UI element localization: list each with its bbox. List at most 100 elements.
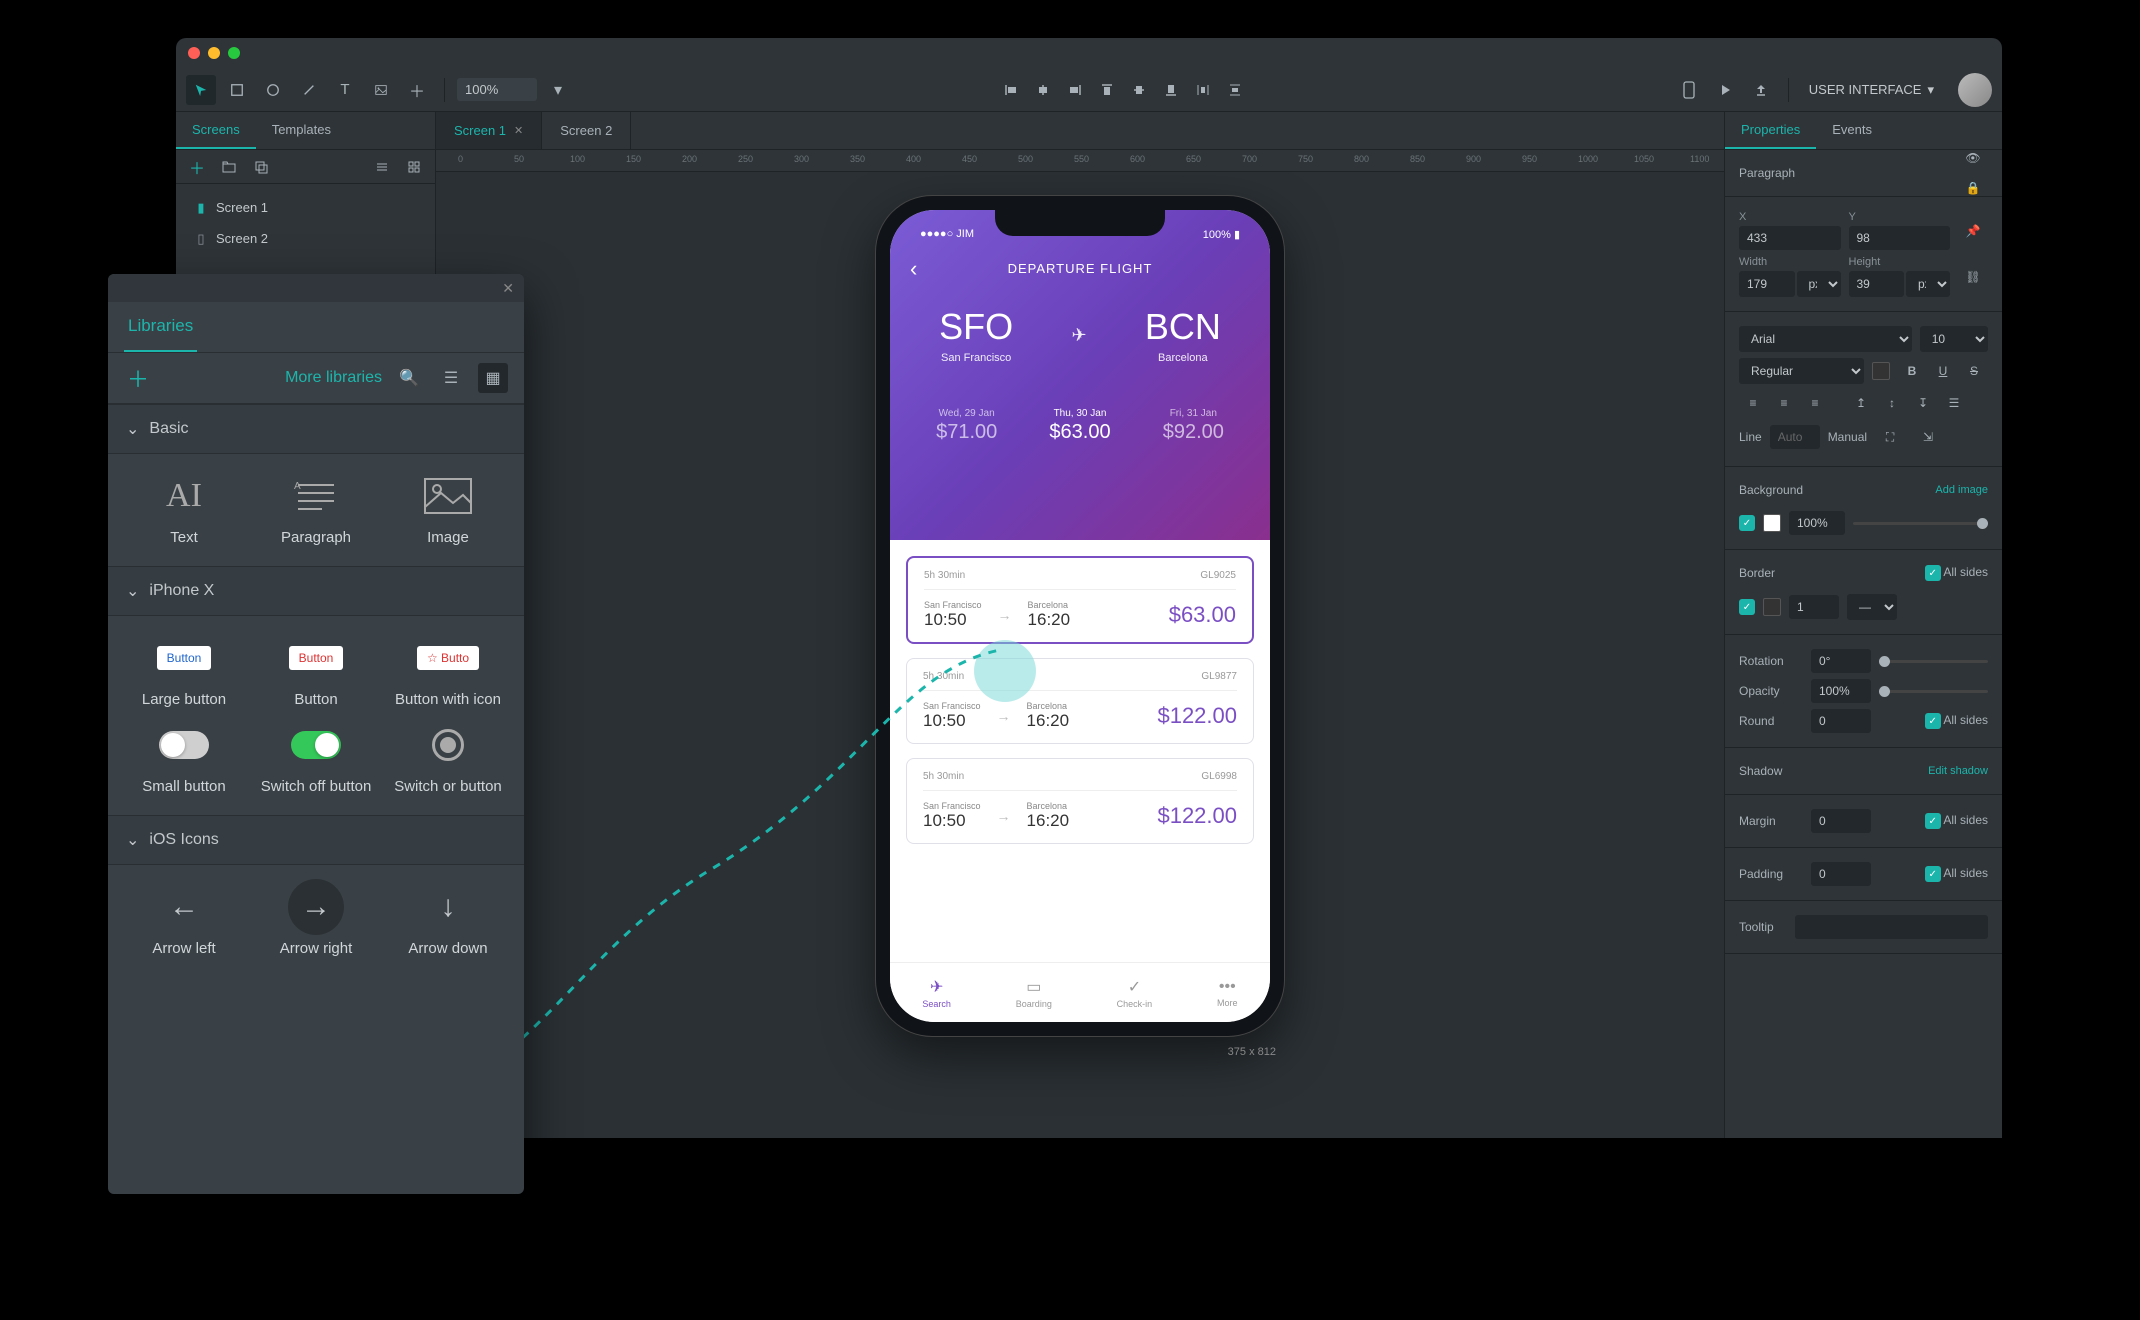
margin-allsides-checkbox[interactable]: ✓ bbox=[1925, 813, 1941, 829]
bg-checkbox[interactable]: ✓ bbox=[1739, 515, 1755, 531]
canvas-tab[interactable]: Screen 1✕ bbox=[436, 112, 542, 149]
zoom-input[interactable] bbox=[457, 78, 537, 101]
add-image-link[interactable]: Add image bbox=[1935, 484, 1988, 496]
border-style-select[interactable]: — bbox=[1847, 594, 1897, 620]
list-view-icon[interactable]: ☰ bbox=[436, 363, 466, 393]
align-top-icon[interactable] bbox=[1092, 75, 1122, 105]
tabbar-item-search[interactable]: ✈Search bbox=[922, 977, 951, 1009]
section-basic[interactable]: ⌄Basic bbox=[108, 404, 524, 454]
grid-view-icon[interactable] bbox=[401, 154, 427, 180]
padding-input[interactable] bbox=[1811, 862, 1871, 886]
bg-color-swatch[interactable] bbox=[1763, 514, 1781, 532]
screen-item[interactable]: ▮ Screen 1 bbox=[176, 192, 435, 223]
tabbar-item-checkin[interactable]: ✓Check-in bbox=[1117, 977, 1153, 1009]
valign-middle-icon[interactable]: ↕ bbox=[1878, 390, 1906, 416]
line-auto-input[interactable] bbox=[1770, 425, 1820, 449]
rotation-input[interactable] bbox=[1811, 649, 1871, 673]
date-item[interactable]: Thu, 30 Jan$63.00 bbox=[1049, 408, 1110, 444]
window-close-dot[interactable] bbox=[188, 47, 200, 59]
libraries-tab[interactable]: Libraries bbox=[124, 302, 197, 352]
lib-item-switch-off[interactable]: Switch off button bbox=[254, 721, 378, 797]
text-color-swatch[interactable] bbox=[1872, 362, 1890, 380]
phone-frame[interactable]: ●●●●○ JIM 100% ▮ ‹ DEPARTURE FLIGHT SFO bbox=[876, 196, 1284, 1036]
search-icon[interactable]: 🔍 bbox=[394, 363, 424, 393]
date-item[interactable]: Wed, 29 Jan$71.00 bbox=[936, 408, 997, 444]
round-allsides-checkbox[interactable]: ✓ bbox=[1925, 713, 1941, 729]
window-zoom-dot[interactable] bbox=[228, 47, 240, 59]
add-screen-icon[interactable]: ＋ bbox=[184, 154, 210, 180]
align-vcenter-icon[interactable] bbox=[1124, 75, 1154, 105]
ellipse-tool[interactable] bbox=[258, 75, 288, 105]
line-tool[interactable] bbox=[294, 75, 324, 105]
align-left-icon[interactable] bbox=[996, 75, 1026, 105]
project-select[interactable]: USER INTERFACE▾ bbox=[1801, 78, 1942, 102]
upload-icon[interactable] bbox=[1746, 75, 1776, 105]
underline-icon[interactable]: U bbox=[1929, 358, 1957, 384]
border-color-swatch[interactable] bbox=[1763, 598, 1781, 616]
width-unit[interactable]: px bbox=[1797, 271, 1841, 297]
canvas[interactable]: ●●●●○ JIM 100% ▮ ‹ DEPARTURE FLIGHT SFO bbox=[436, 172, 1724, 1138]
date-item[interactable]: Fri, 31 Jan$92.00 bbox=[1163, 408, 1224, 444]
lib-item-button[interactable]: ButtonButton bbox=[254, 634, 378, 710]
border-checkbox[interactable]: ✓ bbox=[1739, 599, 1755, 615]
pin-icon[interactable]: 📌 bbox=[1958, 216, 1988, 246]
image-tool[interactable] bbox=[366, 75, 396, 105]
align-bottom-icon[interactable] bbox=[1156, 75, 1186, 105]
flight-card[interactable]: 5h 30minGL9877 San Francisco10:50 → Barc… bbox=[906, 658, 1254, 744]
border-width-input[interactable] bbox=[1789, 595, 1839, 619]
tab-properties[interactable]: Properties bbox=[1725, 112, 1816, 149]
valign-bottom-icon[interactable]: ↧ bbox=[1909, 390, 1937, 416]
rotation-slider[interactable]: .slider:nth-of-type(1)::after{right:auto… bbox=[1879, 660, 1988, 663]
screen-item[interactable]: ▯ Screen 2 bbox=[176, 223, 435, 254]
lib-item-arrow-down[interactable]: ↓Arrow down bbox=[386, 883, 510, 959]
select-tool[interactable] bbox=[186, 75, 216, 105]
text-align-left-icon[interactable]: ≡ bbox=[1739, 390, 1767, 416]
add-library-icon[interactable]: ＋ bbox=[124, 364, 152, 392]
rect-tool[interactable] bbox=[222, 75, 252, 105]
bg-opacity-input[interactable] bbox=[1789, 511, 1845, 535]
distribute-h-icon[interactable] bbox=[1188, 75, 1218, 105]
link-dims-icon[interactable]: ⛓ bbox=[1958, 262, 1988, 292]
zoom-dropdown-icon[interactable]: ▾ bbox=[543, 75, 573, 105]
opacity-input[interactable] bbox=[1811, 679, 1871, 703]
lib-item-button-icon[interactable]: ☆ ButtoButton with icon bbox=[386, 634, 510, 710]
back-icon[interactable]: ‹ bbox=[910, 256, 917, 282]
play-icon[interactable] bbox=[1710, 75, 1740, 105]
fontsize-select[interactable]: 10 bbox=[1920, 326, 1988, 352]
bold-icon[interactable]: B bbox=[1898, 358, 1926, 384]
close-icon[interactable]: ✕ bbox=[514, 124, 523, 137]
user-avatar[interactable] bbox=[1958, 73, 1992, 107]
align-hcenter-icon[interactable] bbox=[1028, 75, 1058, 105]
height-unit[interactable]: px bbox=[1906, 271, 1950, 297]
lib-item-small-button[interactable]: Small button bbox=[122, 721, 246, 797]
more-libraries-link[interactable]: More libraries bbox=[285, 369, 382, 387]
lib-item-large-button[interactable]: ButtonLarge button bbox=[122, 634, 246, 710]
tabbar-item-more[interactable]: •••More bbox=[1217, 978, 1238, 1008]
lib-item-paragraph[interactable]: AParagraph bbox=[254, 472, 378, 548]
lib-item-switch-or[interactable]: Switch or button bbox=[386, 721, 510, 797]
add-tool[interactable]: ＋ bbox=[402, 75, 432, 105]
width-input[interactable] bbox=[1739, 271, 1795, 297]
window-minimize-dot[interactable] bbox=[208, 47, 220, 59]
distribute-v-icon[interactable] bbox=[1220, 75, 1250, 105]
margin-input[interactable] bbox=[1811, 809, 1871, 833]
strike-icon[interactable]: S bbox=[1960, 358, 1988, 384]
lib-item-arrow-left[interactable]: ←Arrow left bbox=[122, 883, 246, 959]
list-icon[interactable]: ☰ bbox=[1940, 390, 1968, 416]
text-align-center-icon[interactable]: ≡ bbox=[1770, 390, 1798, 416]
border-allsides-checkbox[interactable]: ✓ bbox=[1925, 565, 1941, 581]
section-ios-icons[interactable]: ⌄iOS Icons bbox=[108, 815, 524, 865]
section-iphonex[interactable]: ⌄iPhone X bbox=[108, 566, 524, 616]
text-tool[interactable]: T bbox=[330, 75, 360, 105]
list-view-icon[interactable] bbox=[369, 154, 395, 180]
edit-shadow-link[interactable]: Edit shadow bbox=[1928, 765, 1988, 777]
folder-icon[interactable] bbox=[216, 154, 242, 180]
lib-item-text[interactable]: AIText bbox=[122, 472, 246, 548]
text-align-right-icon[interactable]: ≡ bbox=[1801, 390, 1829, 416]
round-input[interactable] bbox=[1811, 709, 1871, 733]
autosize-icon[interactable]: ⇲ bbox=[1913, 422, 1943, 452]
x-input[interactable] bbox=[1739, 226, 1841, 250]
align-right-icon[interactable] bbox=[1060, 75, 1090, 105]
fontweight-select[interactable]: Regular bbox=[1739, 358, 1864, 384]
lib-item-arrow-right[interactable]: →Arrow right bbox=[254, 883, 378, 959]
